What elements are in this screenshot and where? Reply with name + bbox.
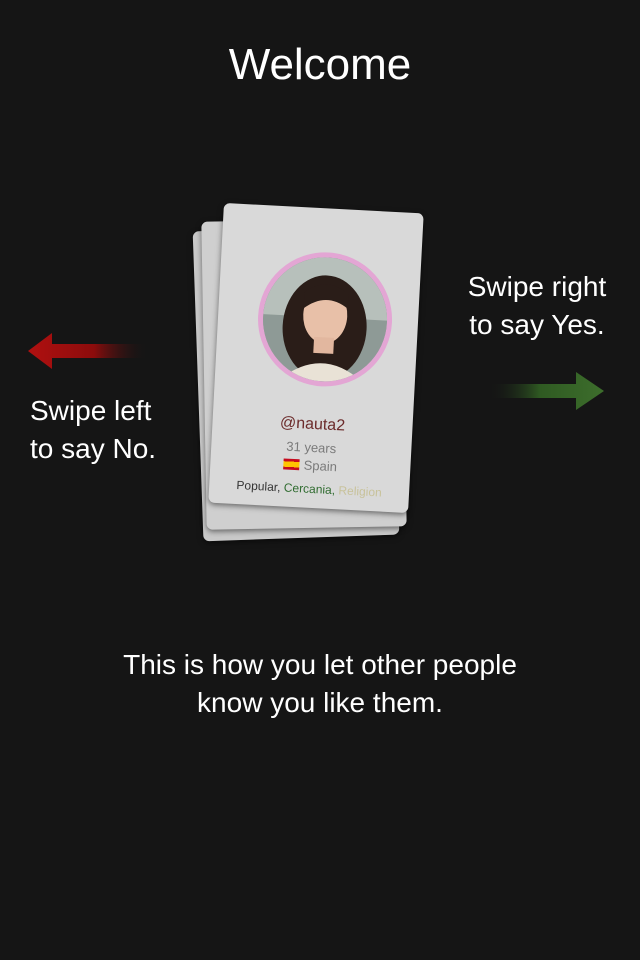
left-arrow-icon — [28, 333, 148, 369]
onboarding-message-line2: know you like them. — [197, 687, 443, 718]
profile-country-label: Spain — [303, 457, 338, 475]
tag-religion: Religion — [338, 483, 383, 500]
tag-popular: Popular, — [236, 478, 281, 495]
onboarding-message-line1: This is how you let other people — [123, 649, 517, 680]
swipe-left-line2: to say No. — [30, 433, 157, 464]
right-arrow-icon — [488, 372, 604, 410]
swipe-left-line1: Swipe left — [30, 395, 152, 426]
tag-cercania: Cercania, — [283, 480, 336, 498]
page-title: Welcome — [228, 40, 412, 89]
profile-card-deck[interactable]: @nauta2 31 years Spain Popular, Cercania… — [192, 202, 438, 542]
profile-card[interactable]: @nauta2 31 years Spain Popular, Cercania… — [208, 202, 424, 514]
swipe-right-line1: Swipe right — [467, 271, 607, 302]
swipe-right-hint: Swipe right to say Yes. — [452, 268, 622, 344]
profile-username: @nauta2 — [279, 414, 346, 435]
profile-tags: Popular, Cercania, Religion — [209, 477, 409, 501]
avatar — [254, 249, 396, 390]
spain-flag-icon — [283, 458, 301, 471]
swipe-right-line2: to say Yes. — [469, 309, 605, 340]
onboarding-message: This is how you let other people know yo… — [0, 646, 640, 722]
swipe-left-hint: Swipe left to say No. — [30, 392, 200, 468]
